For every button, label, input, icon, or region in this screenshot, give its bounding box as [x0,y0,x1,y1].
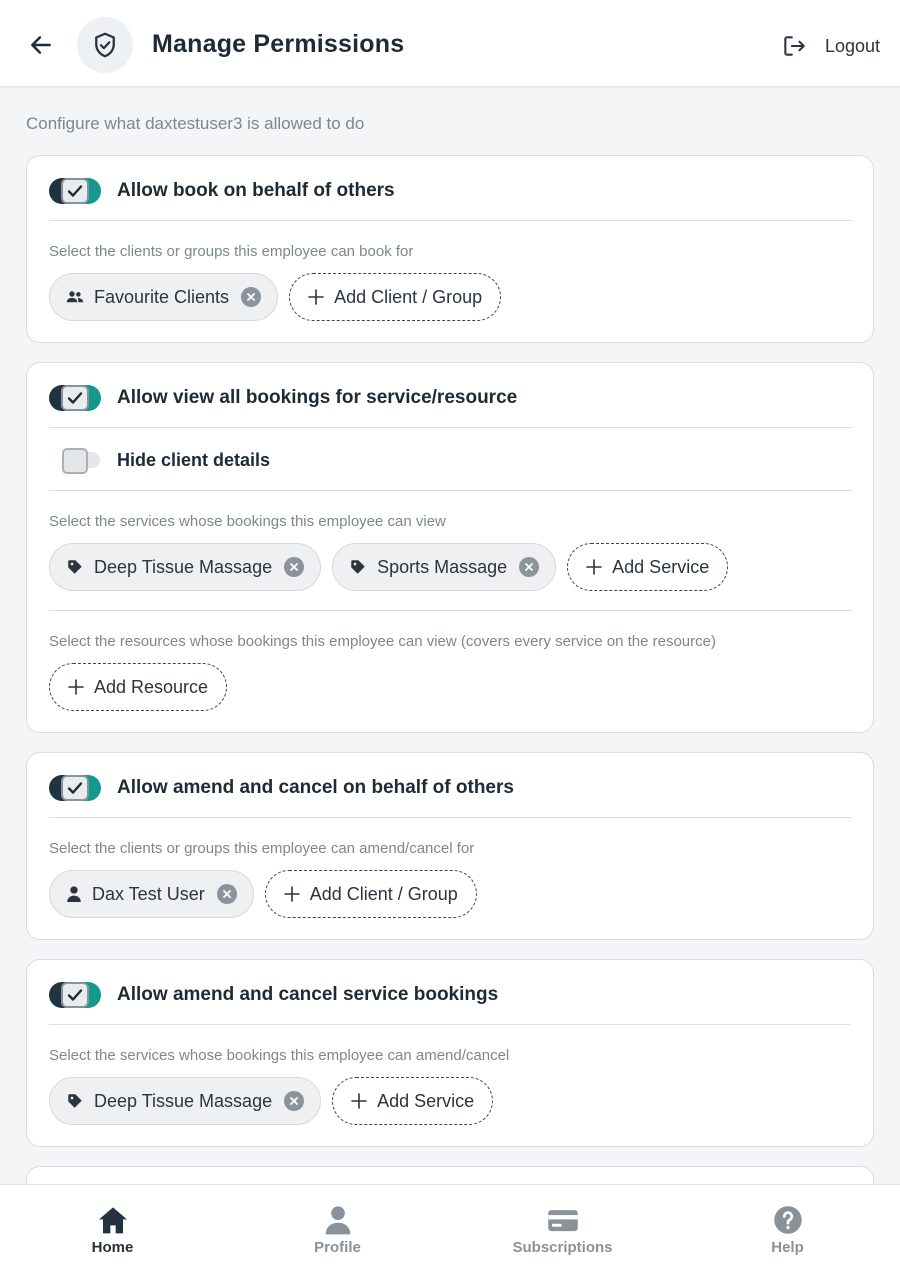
add-client-group-button[interactable]: Add Client / Group [264,870,477,918]
nav-item-subscriptions[interactable]: Subscriptions [450,1185,675,1286]
page-subtitle: Configure what daxtestuser3 is allowed t… [26,114,365,133]
shield-badge [77,17,133,73]
app-header: Manage Permissions Logout [0,0,900,88]
chip-dax-test-user: Dax Test User [49,870,254,918]
add-service-button[interactable]: Add Service [332,1077,494,1125]
tag-icon [68,560,82,574]
close-icon [247,293,255,301]
remove-chip-button[interactable] [519,557,540,577]
back-button[interactable] [24,28,58,62]
close-icon [290,563,298,571]
chip-label: Sports Massage [377,556,508,577]
permission-title: Allow amend and cancel service bookings [117,984,499,1005]
home-icon [98,1207,127,1234]
toggle-amend-cancel-service[interactable] [49,982,101,1008]
card-icon [547,1210,578,1232]
permission-card-amend-cancel-service: Allow amend and cancel service bookings … [26,959,874,1147]
plus-icon [283,886,300,902]
divider [49,1024,851,1025]
plus-icon [68,679,84,695]
add-label: Add Client / Group [334,286,483,307]
add-client-group-button[interactable]: Add Client / Group [289,273,502,321]
divider [49,427,851,428]
bottom-nav: Home Profile Subscriptions Help [0,1184,900,1286]
toggle-hide-client-details[interactable] [62,448,102,474]
chip-label: Dax Test User [92,883,205,904]
logout-icon [784,36,805,56]
resource-hint: Select the resources whose bookings this… [49,633,716,650]
permission-card-amend-cancel-behalf: Allow amend and cancel on behalf of othe… [26,752,874,940]
tag-icon [68,1094,82,1108]
divider [49,490,851,491]
plus-icon [351,1093,367,1109]
permission-card-book-on-behalf: Allow book on behalf of others Select th… [26,155,874,343]
add-label: Add Service [612,556,710,577]
toggle-book-on-behalf[interactable] [49,178,101,204]
nav-item-help[interactable]: Help [675,1185,900,1286]
divider [49,610,851,611]
nav-label: Home [91,1239,134,1256]
remove-chip-button[interactable] [284,1091,305,1111]
nav-item-profile[interactable]: Profile [225,1185,450,1286]
nav-label: Help [771,1239,804,1256]
check-icon [67,392,83,404]
check-icon [67,989,83,1001]
close-icon [290,1097,298,1105]
permission-hint: Select the clients or groups this employ… [49,243,414,260]
chip-favourite-clients: Favourite Clients [49,273,279,321]
remove-chip-button[interactable] [284,557,305,577]
remove-chip-button[interactable] [241,287,262,307]
add-label: Add Resource [94,676,209,697]
check-icon [67,782,83,794]
help-icon [773,1206,802,1234]
chip-deep-tissue-massage: Deep Tissue Massage [49,543,322,591]
divider [49,817,851,818]
logout-label: Logout [824,35,880,56]
add-service-button[interactable]: Add Service [567,543,729,591]
tag-icon [351,560,365,574]
check-icon [67,185,83,197]
sub-option-title: Hide client details [117,449,271,470]
add-resource-button[interactable]: Add Resource [49,663,228,711]
nav-label: Subscriptions [512,1239,613,1256]
plus-icon [586,559,602,575]
profile-icon [325,1206,350,1235]
arrow-left-icon [31,36,51,54]
add-label: Add Service [377,1090,475,1111]
nav-item-home[interactable]: Home [0,1185,225,1286]
chip-sports-massage: Sports Massage [332,543,557,591]
group-icon [66,291,84,303]
chip-label: Deep Tissue Massage [94,556,273,577]
divider [49,220,851,221]
shield-check-icon [95,32,115,58]
toggle-amend-cancel-behalf[interactable] [49,775,101,801]
toggle-view-all-bookings[interactable] [49,385,101,411]
logout-button[interactable]: Logout [781,30,880,62]
permission-title: Allow book on behalf of others [117,180,395,201]
close-icon [222,890,231,898]
person-icon [67,886,81,902]
permission-hint: Select the services whose bookings this … [49,1047,510,1064]
chip-label: Favourite Clients [94,286,230,307]
permission-hint: Select the clients or groups this employ… [49,840,475,857]
permission-title: Allow amend and cancel on behalf of othe… [117,777,514,798]
permission-card-view-all-bookings: Allow view all bookings for service/reso… [26,362,874,733]
close-icon [525,563,534,571]
add-label: Add Client / Group [309,883,458,904]
chip-label: Deep Tissue Massage [94,1090,273,1111]
plus-icon [308,289,324,305]
permission-title: Allow view all bookings for service/reso… [117,387,518,408]
nav-label: Profile [314,1239,361,1256]
remove-chip-button[interactable] [216,884,237,904]
service-hint: Select the services whose bookings this … [49,513,446,530]
chip-deep-tissue-massage: Deep Tissue Massage [49,1077,322,1125]
page-title: Manage Permissions [152,30,405,58]
